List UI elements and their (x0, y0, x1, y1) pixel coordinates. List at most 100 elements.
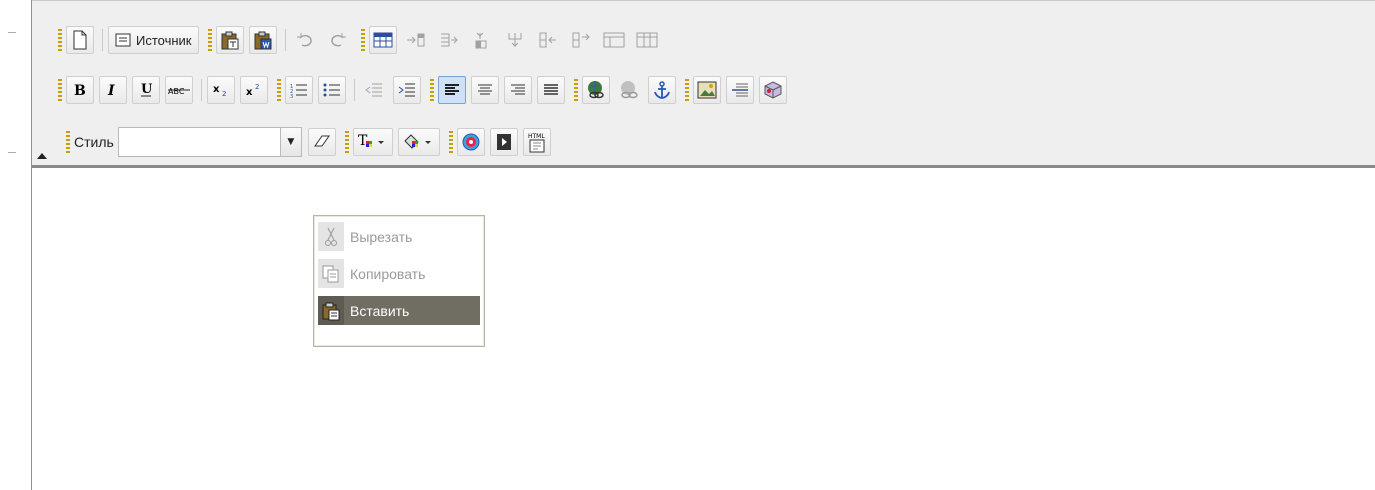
table-button[interactable] (368, 26, 397, 54)
align-right-button[interactable] (504, 76, 532, 104)
split-cell-button[interactable] (534, 26, 562, 54)
insert-row-icon (406, 33, 424, 47)
style-label: Стиль (74, 134, 114, 150)
insert-row-button[interactable] (402, 26, 430, 54)
outdent-icon (365, 83, 382, 97)
numbered-list-icon: 123 (290, 84, 307, 98)
bulleted-list-icon (323, 83, 340, 97)
numbered-list-button[interactable]: 123 (285, 76, 313, 104)
source-icon (115, 33, 131, 47)
svg-text:ABC: ABC (168, 87, 185, 96)
unlink-button[interactable] (615, 76, 643, 104)
align-left-button[interactable] (438, 76, 466, 104)
link-icon (588, 81, 604, 99)
table-icon (373, 32, 392, 48)
image-icon (697, 81, 717, 99)
svg-text:HTML: HTML (528, 133, 545, 140)
superscript-button[interactable]: x2 (240, 76, 268, 104)
split-cell-icon (539, 32, 556, 48)
new-page-icon (73, 30, 87, 50)
rich-text-editor: Источник B I U ABC x 2 x 2 1 2 3 Стиль ▼… (31, 0, 1375, 490)
paint-bucket-icon (404, 134, 431, 149)
delete-column-button[interactable] (501, 26, 529, 54)
table-properties-button[interactable] (633, 26, 661, 54)
redo-button[interactable] (324, 26, 352, 54)
copy-icon (318, 259, 344, 288)
video-button[interactable] (489, 128, 518, 156)
italic-button[interactable]: I (99, 76, 127, 104)
context-menu: Вырезать Копировать Вставить (313, 215, 485, 347)
superscript-icon: x2 (246, 83, 259, 97)
delete-column-icon (508, 33, 521, 47)
underline-button[interactable]: U (132, 76, 160, 104)
link-button[interactable] (582, 76, 610, 104)
undo-icon (296, 33, 312, 47)
background-color-button[interactable] (397, 128, 440, 156)
svg-text:I: I (107, 83, 115, 97)
align-justify-icon (544, 84, 558, 95)
indent-button[interactable] (393, 76, 421, 104)
align-left-icon (445, 84, 459, 95)
menu-item-label: Копировать (350, 265, 426, 282)
menu-item-cut[interactable]: Вырезать (318, 222, 480, 251)
anchor-button[interactable] (648, 76, 676, 104)
strikethrough-icon: ABC (168, 87, 190, 96)
strikethrough-button[interactable]: ABC (165, 76, 193, 104)
menu-item-copy[interactable]: Копировать (318, 259, 480, 288)
style-select[interactable]: ▼ (117, 127, 302, 157)
svg-text:x: x (213, 84, 220, 95)
toolbar-grip[interactable] (66, 131, 70, 153)
anchor-icon (654, 81, 670, 99)
align-justify-button[interactable] (537, 76, 565, 104)
merge-cell-button[interactable] (567, 26, 595, 54)
svg-text:U: U (141, 82, 153, 97)
source-button[interactable]: Источник (108, 26, 199, 54)
text-color-button[interactable]: T (352, 128, 393, 156)
subscript-button[interactable]: x2 (207, 76, 235, 104)
svg-text:2: 2 (255, 83, 259, 91)
paste-text-button[interactable] (215, 26, 244, 54)
indent-icon (398, 83, 415, 97)
toolbar-grip[interactable] (58, 79, 62, 101)
text-color-icon: T (358, 133, 384, 149)
bold-icon: B (74, 83, 86, 97)
flash-button[interactable] (456, 128, 485, 156)
eraser-icon (313, 135, 330, 147)
bold-button[interactable]: B (66, 76, 94, 104)
3d-object-icon (764, 81, 782, 99)
html-snippet-button[interactable]: HTML (522, 128, 551, 156)
smiley-button[interactable] (759, 76, 787, 104)
insert-column-icon (440, 33, 458, 47)
cell-properties-button[interactable] (600, 26, 628, 54)
unlink-icon (621, 81, 638, 99)
merge-cell-icon (572, 32, 590, 48)
align-center-button[interactable] (471, 76, 499, 104)
toolbar-row-1: Источник (32, 25, 666, 55)
scissors-icon (318, 222, 344, 251)
editor-toolbar: Источник B I U ABC x 2 x 2 1 2 3 Стиль ▼… (32, 0, 1375, 168)
italic-icon: I (107, 83, 115, 97)
chevron-down-icon[interactable]: ▼ (279, 128, 301, 156)
image-button[interactable] (693, 76, 721, 104)
toolbar-row-2: B I U ABC x2 x2 123 (32, 75, 792, 105)
menu-item-paste[interactable]: Вставить (318, 296, 480, 325)
subscript-icon: x2 (213, 84, 226, 97)
bulleted-list-button[interactable] (318, 76, 346, 104)
horizontal-line-button[interactable] (726, 76, 754, 104)
paste-icon (318, 296, 344, 325)
toolbar-grip[interactable] (58, 29, 62, 51)
undo-button[interactable] (291, 26, 319, 54)
align-right-icon (511, 84, 525, 95)
media-disc-icon (462, 133, 480, 151)
insert-column-button[interactable] (435, 26, 463, 54)
new-page-button[interactable] (66, 26, 94, 54)
left-margin-mark (8, 152, 16, 153)
svg-text:2: 2 (222, 90, 226, 97)
remove-format-button[interactable] (307, 128, 336, 156)
svg-text:3: 3 (290, 94, 293, 98)
source-button-label: Источник (136, 32, 192, 48)
delete-row-button[interactable] (468, 26, 496, 54)
paste-word-button[interactable] (248, 26, 277, 54)
editor-content-area[interactable] (32, 168, 1375, 490)
outdent-button[interactable] (360, 76, 388, 104)
